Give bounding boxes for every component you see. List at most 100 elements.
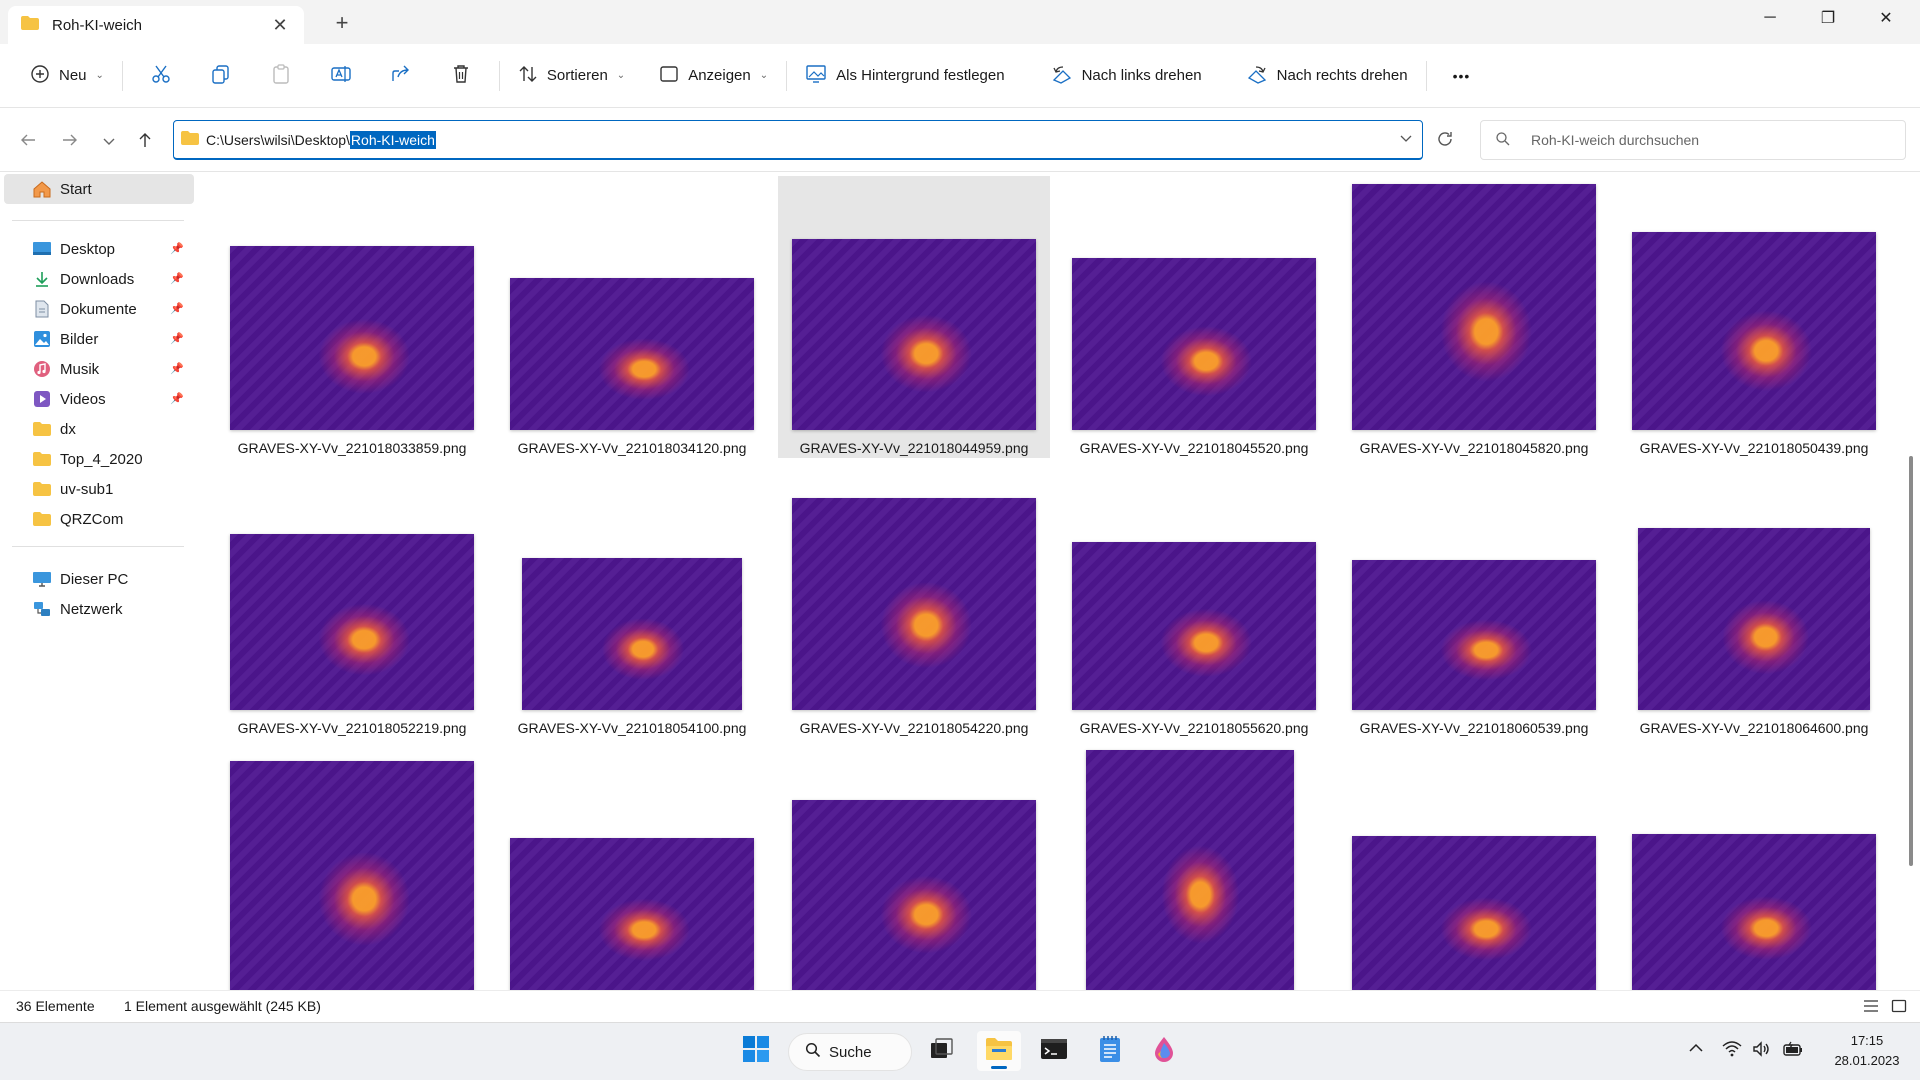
view-square-icon [659, 64, 679, 88]
pin-icon[interactable]: 📌 [170, 392, 184, 405]
file-name: GRAVES-XY-Vv_221018064600.png [1639, 720, 1869, 736]
file-item[interactable]: GRAVES-XY-Vv_221018054100.png [496, 460, 768, 742]
maximize-button[interactable]: ❐ [1800, 0, 1856, 36]
image-thumbnail [510, 838, 754, 990]
file-item[interactable]: GRAVES-XY-Vv_221018064600.png [1618, 460, 1890, 742]
pin-icon[interactable]: 📌 [170, 242, 184, 255]
pin-icon[interactable]: 📌 [170, 302, 184, 315]
clock-date: 28.01.2023 [1834, 1053, 1900, 1068]
copy-button[interactable] [201, 56, 241, 96]
wifi-icon[interactable] [1722, 1041, 1742, 1061]
system-clock[interactable]: 17:15 28.01.2023 [1822, 1031, 1912, 1071]
desktop-icon [32, 239, 52, 259]
cut-button[interactable] [141, 56, 181, 96]
image-thumbnail [1352, 560, 1596, 710]
grid-view-icon [1891, 999, 1907, 1016]
file-item[interactable] [1058, 738, 1330, 990]
set-background-button[interactable]: Als Hintergrund festlegen [795, 56, 1014, 96]
chevron-down-icon: ⌄ [95, 70, 104, 81]
file-item[interactable]: GRAVES-XY-Vv_221018055620.png [1058, 460, 1330, 742]
close-window-button[interactable]: ✕ [1858, 0, 1914, 36]
file-item[interactable] [496, 738, 768, 990]
sidebar-item-label: Musik [60, 360, 100, 378]
sidebar-item-dx[interactable]: dx [4, 414, 194, 444]
sidebar-item-start[interactable]: Start [4, 174, 194, 204]
address-dropdown-icon[interactable] [1400, 132, 1412, 147]
sidebar-item-uv-sub1[interactable]: uv-sub1 [4, 474, 194, 504]
tab-roh-ki-weich[interactable]: Roh-KI-weich ✕ [8, 6, 304, 44]
minimize-button[interactable]: ─ [1742, 0, 1798, 36]
file-item[interactable]: GRAVES-XY-Vv_221018050439.png [1618, 176, 1890, 458]
sidebar-item-label: Dokumente [60, 300, 137, 318]
paint-taskbar-button[interactable] [1142, 1031, 1186, 1071]
file-item-selected[interactable]: GRAVES-XY-Vv_221018044959.png [778, 176, 1050, 458]
scrollbar-thumb[interactable] [1909, 456, 1913, 866]
new-button[interactable]: Neu ⌄ [20, 56, 114, 96]
pin-icon[interactable]: 📌 [170, 362, 184, 375]
file-explorer-taskbar-button[interactable] [977, 1031, 1021, 1071]
folder-icon [32, 419, 52, 439]
address-path-selected: Roh-KI-weich [349, 130, 436, 149]
file-item[interactable] [216, 738, 488, 990]
vertical-scrollbar[interactable] [1908, 176, 1914, 984]
tab-close-icon[interactable]: ✕ [268, 15, 292, 36]
recent-locations-button[interactable] [95, 128, 123, 156]
share-button[interactable] [381, 56, 421, 96]
forward-button[interactable] [56, 128, 84, 156]
task-view-button[interactable] [920, 1031, 964, 1071]
new-tab-button[interactable]: + [330, 10, 354, 36]
rotate-left-button[interactable]: Nach links drehen [1041, 56, 1212, 96]
show-hidden-icons-button[interactable] [1688, 1041, 1704, 1058]
pin-icon[interactable]: 📌 [170, 272, 184, 285]
notepad-taskbar-button[interactable] [1088, 1031, 1132, 1071]
file-item[interactable] [778, 738, 1050, 990]
delete-button[interactable] [441, 56, 481, 96]
sidebar-item-videos[interactable]: Videos 📌 [4, 384, 194, 414]
paste-button[interactable] [261, 56, 301, 96]
rotate-right-button[interactable]: Nach rechts drehen [1236, 56, 1418, 96]
sidebar-item-label: dx [60, 420, 76, 438]
sidebar-item-desktop[interactable]: Desktop 📌 [4, 234, 194, 264]
task-view-icon [929, 1037, 955, 1065]
file-item[interactable]: GRAVES-XY-Vv_221018060539.png [1338, 460, 1610, 742]
sidebar-item-bilder[interactable]: Bilder 📌 [4, 324, 194, 354]
file-item[interactable] [1338, 738, 1610, 990]
refresh-button[interactable] [1430, 126, 1460, 156]
file-item[interactable]: GRAVES-XY-Vv_221018045520.png [1058, 176, 1330, 458]
view-button[interactable]: Anzeigen ⌄ [649, 56, 778, 96]
sidebar-item-qrzcom[interactable]: QRZCom [4, 504, 194, 534]
sidebar-item-downloads[interactable]: Downloads 📌 [4, 264, 194, 294]
volume-icon[interactable] [1752, 1041, 1772, 1061]
start-button[interactable] [734, 1031, 778, 1071]
pin-icon[interactable]: 📌 [170, 332, 184, 345]
file-name: GRAVES-XY-Vv_221018055620.png [1079, 720, 1309, 736]
file-item[interactable]: GRAVES-XY-Vv_221018033859.png [216, 176, 488, 458]
thumbnail-view-button[interactable] [1888, 997, 1910, 1017]
file-item[interactable] [1618, 738, 1890, 990]
file-item[interactable]: GRAVES-XY-Vv_221018034120.png [496, 176, 768, 458]
navigation-bar: C:\Users\wilsi\Desktop\Roh-KI-weich Roh-… [0, 108, 1920, 172]
details-view-button[interactable] [1860, 997, 1882, 1017]
taskbar-search[interactable]: Suche [788, 1033, 912, 1071]
back-button[interactable] [14, 128, 42, 156]
search-input[interactable]: Roh-KI-weich durchsuchen [1480, 120, 1906, 160]
address-bar[interactable]: C:\Users\wilsi\Desktop\Roh-KI-weich [173, 120, 1423, 160]
image-thumbnail [792, 800, 1036, 990]
file-name: GRAVES-XY-Vv_221018054100.png [517, 720, 747, 736]
terminal-taskbar-button[interactable] [1032, 1031, 1076, 1071]
sidebar-item-dokumente[interactable]: Dokumente 📌 [4, 294, 194, 324]
sort-button[interactable]: Sortieren ⌄ [508, 56, 635, 96]
file-item[interactable]: GRAVES-XY-Vv_221018054220.png [778, 460, 1050, 742]
file-item[interactable]: GRAVES-XY-Vv_221018052219.png [216, 460, 488, 742]
sidebar-item-musik[interactable]: Musik 📌 [4, 354, 194, 384]
file-item[interactable]: GRAVES-XY-Vv_221018045820.png [1338, 176, 1610, 458]
sidebar-item-this-pc[interactable]: Dieser PC [4, 564, 194, 594]
sidebar-item-network[interactable]: Netzwerk [4, 594, 194, 624]
battery-icon[interactable] [1782, 1041, 1804, 1061]
sidebar-item-label: uv-sub1 [60, 480, 114, 498]
sidebar-item-top-4-2020[interactable]: Top_4_2020 [4, 444, 194, 474]
rename-button[interactable] [321, 56, 361, 96]
up-button[interactable] [131, 128, 159, 156]
clipboard-icon [270, 63, 292, 89]
more-options-button[interactable]: ••• [1443, 56, 1481, 96]
